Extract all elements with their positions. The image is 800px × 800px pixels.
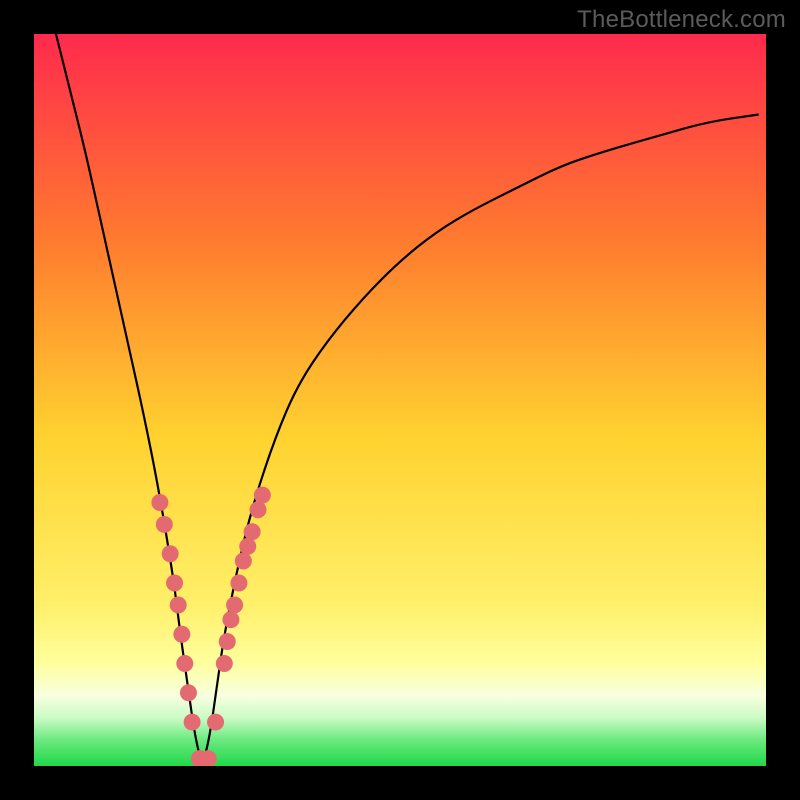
highlight-dot [156,516,173,533]
highlight-dot [207,714,224,731]
watermark-text: TheBottleneck.com [577,6,786,34]
highlight-dot [249,501,266,518]
chart-container: TheBottleneck.com [0,0,800,800]
highlight-dot [180,684,197,701]
highlight-dot [244,523,261,540]
plot-background [34,34,766,766]
highlight-dot [170,596,187,613]
highlight-dot [173,626,190,643]
highlight-dot [222,611,239,628]
highlight-dot [184,714,201,731]
highlight-dot [166,575,183,592]
highlight-dot [239,538,256,555]
highlight-dot [162,545,179,562]
highlight-dot [151,494,168,511]
chart-svg [0,0,800,800]
highlight-dot [216,655,233,672]
highlight-dot [176,655,193,672]
highlight-dot [200,750,217,767]
highlight-dot [254,487,271,504]
highlight-dot [230,575,247,592]
highlight-dot [219,633,236,650]
highlight-dot [226,596,243,613]
highlight-dot [235,553,252,570]
